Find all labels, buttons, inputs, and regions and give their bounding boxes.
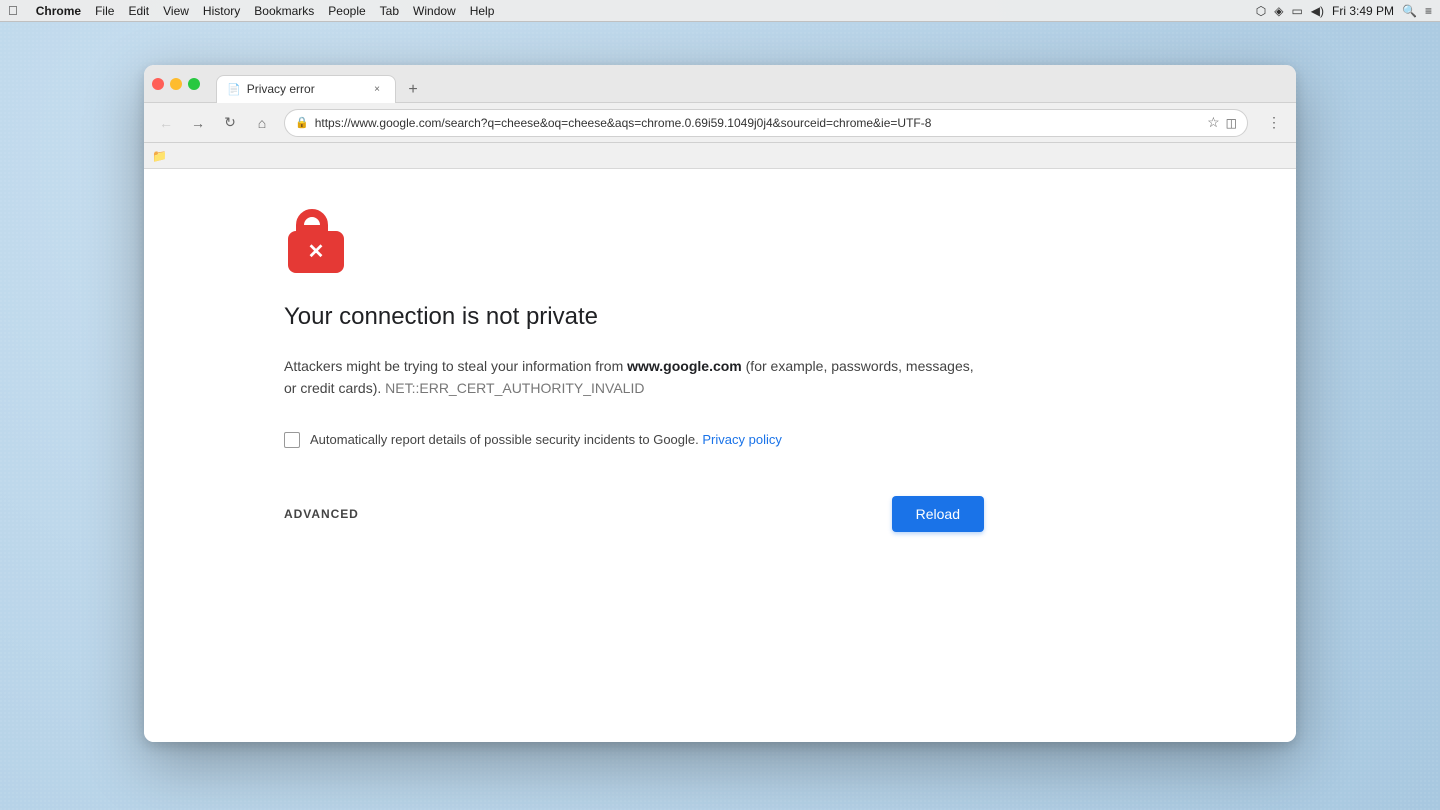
home-button[interactable]: ⌂ (248, 109, 276, 137)
apple-menu[interactable]:  (8, 3, 18, 18)
volume-icon: ◀) (1311, 4, 1324, 18)
security-icon: 🔒 (295, 116, 309, 129)
menubar:  Chrome File Edit View History Bookmark… (0, 0, 1440, 22)
checkbox-row: Automatically report details of possible… (284, 432, 984, 448)
address-text: https://www.google.com/search?q=cheese&o… (315, 116, 1201, 130)
status-icon-1: ⬡ (1256, 4, 1266, 18)
menubar-left:  Chrome File Edit View History Bookmark… (8, 3, 494, 18)
error-title: Your connection is not private (284, 303, 984, 331)
advanced-button[interactable]: ADVANCED (284, 499, 359, 529)
menubar-history[interactable]: History (203, 4, 240, 18)
reader-mode-icon[interactable]: ◫ (1226, 116, 1237, 130)
menubar-tab[interactable]: Tab (380, 4, 399, 18)
tab-close-button[interactable]: × (369, 81, 385, 97)
tab-favicon: 📄 (227, 83, 241, 96)
error-description-before: Attackers might be trying to steal your … (284, 358, 627, 374)
minimize-button[interactable] (170, 78, 182, 90)
search-icon[interactable]: 🔍 (1402, 4, 1417, 18)
menubar-edit[interactable]: Edit (128, 4, 149, 18)
extensions-button[interactable]: ⋮ (1260, 109, 1288, 137)
wifi-icon: ◈ (1274, 4, 1283, 18)
menubar-chrome[interactable]: Chrome (36, 4, 81, 18)
notification-icon[interactable]: ≡ (1425, 4, 1432, 18)
auto-report-checkbox[interactable] (284, 432, 300, 448)
active-tab[interactable]: 📄 Privacy error × (216, 75, 396, 103)
bookmark-star-icon[interactable]: ☆ (1207, 114, 1220, 131)
lock-icon-container: ✕ (284, 209, 984, 273)
tab-bar: 📄 Privacy error × + (212, 69, 426, 103)
error-code: NET::ERR_CERT_AUTHORITY_INVALID (385, 380, 644, 396)
lock-shackle (296, 209, 328, 233)
address-bar[interactable]: 🔒 https://www.google.com/search?q=cheese… (284, 109, 1248, 137)
lock-body: ✕ (288, 231, 344, 273)
bottom-buttons: ADVANCED Reload (284, 496, 984, 532)
error-container: ✕ Your connection is not private Attacke… (284, 209, 984, 532)
reload-nav-button[interactable]: ↻ (216, 109, 244, 137)
error-domain: www.google.com (627, 358, 742, 374)
lock-x-mark: ✕ (308, 242, 325, 262)
menubar-window[interactable]: Window (413, 4, 456, 18)
reload-button[interactable]: Reload (892, 496, 984, 532)
forward-button[interactable]: → (184, 109, 212, 137)
clock: Fri 3:49 PM (1332, 4, 1394, 18)
airplay-icon: ▭ (1291, 4, 1302, 18)
menubar-file[interactable]: File (95, 4, 114, 18)
bookmarks-folder-icon: 📁 (152, 149, 167, 163)
menubar-bookmarks[interactable]: Bookmarks (254, 4, 314, 18)
new-tab-button[interactable]: + (400, 77, 426, 103)
back-button[interactable]: ← (152, 109, 180, 137)
privacy-error-icon: ✕ (284, 209, 348, 273)
menubar-right: ⬡ ◈ ▭ ◀) Fri 3:49 PM 🔍 ≡ (1256, 4, 1432, 18)
menubar-view[interactable]: View (163, 4, 189, 18)
chrome-window: 📄 Privacy error × + ← → ↻ ⌂ 🔒 https://ww… (144, 65, 1296, 742)
window-controls (152, 78, 200, 90)
bookmarks-bar: 📁 (144, 143, 1296, 169)
checkbox-label: Automatically report details of possible… (310, 432, 782, 447)
privacy-policy-link[interactable]: Privacy policy (702, 432, 781, 447)
menubar-help[interactable]: Help (470, 4, 495, 18)
nav-right-buttons: ⋮ (1260, 109, 1288, 137)
navigation-bar: ← → ↻ ⌂ 🔒 https://www.google.com/search?… (144, 103, 1296, 143)
title-bar: 📄 Privacy error × + (144, 65, 1296, 103)
menubar-people[interactable]: People (328, 4, 365, 18)
maximize-button[interactable] (188, 78, 200, 90)
close-button[interactable] (152, 78, 164, 90)
error-description: Attackers might be trying to steal your … (284, 355, 984, 400)
page-content: ✕ Your connection is not private Attacke… (144, 169, 1296, 742)
tab-title: Privacy error (247, 82, 363, 96)
